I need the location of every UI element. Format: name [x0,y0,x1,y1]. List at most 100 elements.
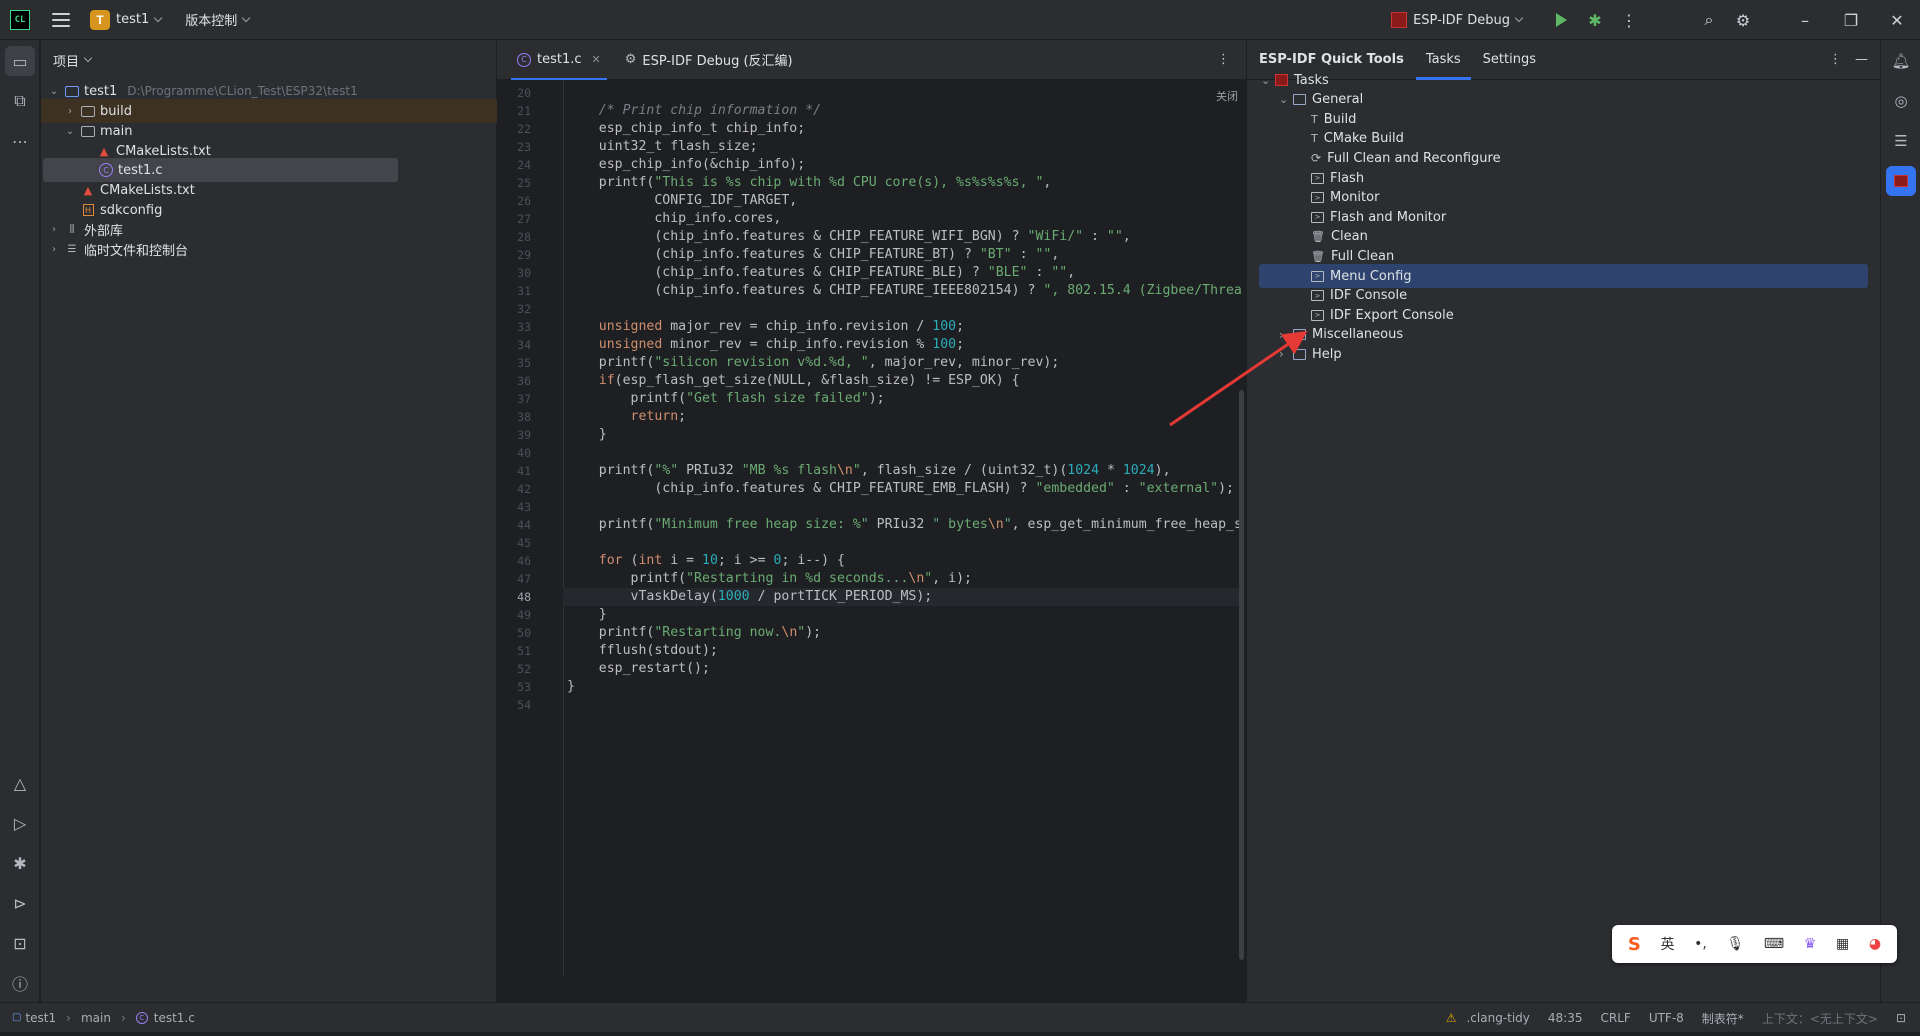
panel-options-icon[interactable]: ⋮ [1829,52,1842,67]
chevron-right-icon[interactable]: › [1279,347,1293,361]
esp-idf-tool-button[interactable] [1886,166,1916,196]
lock-icon[interactable]: ⊡ [1896,1011,1906,1025]
warning-icon[interactable]: ⚠ [1446,1011,1457,1025]
close-window-button[interactable]: ✕ [1874,3,1920,37]
code-line[interactable]: uint32_t flash_size; [567,138,758,156]
sogou-logo-icon[interactable]: S [1628,934,1641,955]
services-tool-button[interactable]: ⊳ [5,888,35,918]
close-label[interactable]: 关闭 [1216,88,1238,104]
run-button[interactable] [1544,3,1578,37]
tab-disassembly[interactable]: ⚙ ESP-IDF Debug (反汇编) [613,40,805,80]
code-editor[interactable]: 关闭 20 21 /* Print chip information */ 22 e… [497,80,1246,1018]
chevron-right-icon[interactable]: › [65,106,75,117]
run-config-selector[interactable]: ESP-IDF Debug [1413,13,1510,28]
breadcrumb-file[interactable]: test1.c [154,1011,195,1025]
cmake-tool-button[interactable]: △ [5,768,35,798]
code-line[interactable]: fflush(stdout); [567,642,718,660]
code-line[interactable]: unsigned major_rev = chip_info.revision … [567,318,964,336]
main-menu-icon[interactable] [52,12,70,27]
code-line[interactable]: if(esp_flash_get_size(NULL, &flash_size)… [567,372,1020,390]
ai-assistant-button[interactable]: ◎ [1886,86,1916,116]
code-line[interactable]: } [567,606,607,624]
run-tool-button[interactable]: ▷ [5,808,35,838]
project-badge[interactable]: T [90,9,110,30]
database-button[interactable]: ☰ [1886,126,1916,156]
toolbox-grid-icon[interactable]: ▦ [1836,936,1849,952]
code-line[interactable]: } [567,426,607,444]
code-line[interactable]: } [567,678,575,696]
project-panel-header[interactable]: 项目 [41,40,496,80]
code-line[interactable]: printf("silicon revision v%d.%d, ", majo… [567,354,1060,372]
code-line[interactable]: chip_info.cores, [567,210,781,228]
code-line[interactable]: unsigned minor_rev = chip_info.revision … [567,336,964,354]
code-line[interactable]: esp_chip_info(&chip_info); [567,156,805,174]
code-line[interactable]: esp_restart(); [567,660,710,678]
code-line[interactable]: return; [567,408,687,426]
code-line[interactable]: (chip_info.features & CHIP_FEATURE_BLE) … [567,264,1075,282]
microphone-icon[interactable]: 🎙︎ [1726,936,1744,952]
debug-button[interactable]: ✱ [1578,3,1612,37]
terminal-tool-button[interactable]: ⊡ [5,928,35,958]
chevron-down-icon[interactable]: ⌄ [49,86,59,97]
chevron-down-icon[interactable] [242,13,251,22]
chevron-right-icon[interactable]: › [1279,328,1293,342]
code-line[interactable]: esp_chip_info_t chip_info; [567,120,805,138]
chevron-right-icon[interactable]: › [49,244,59,255]
tree-item[interactable]: › ☰ 临时文件和控制台 [41,237,497,261]
minimize-button[interactable]: – [1782,3,1828,37]
more-actions-button[interactable]: ⋮ [1612,3,1646,37]
chevron-right-icon[interactable]: › [49,224,59,235]
skin-icon[interactable]: ♛ [1804,936,1817,952]
problems-tool-button[interactable]: ⓘ [5,968,35,998]
clion-logo-icon[interactable]: CL [10,9,30,30]
tab-tasks[interactable]: Tasks [1415,40,1471,80]
restore-button[interactable]: ❐ [1828,3,1874,37]
hide-panel-icon[interactable]: — [1855,52,1868,67]
code-line[interactable]: /* Print chip information */ [567,102,821,120]
mascot-icon[interactable]: ◕ [1869,936,1881,952]
project-name[interactable]: test1 [116,12,149,27]
vcs-menu[interactable]: 版本控制 [185,10,237,29]
file-encoding[interactable]: UTF-8 [1649,1011,1684,1025]
chevron-down-icon[interactable] [1514,13,1524,23]
breadcrumb-project[interactable]: test1 [25,1011,56,1025]
code-line[interactable]: printf("Restarting now.\n"); [567,624,821,642]
context-selector[interactable]: 上下文：<无上下文> [1762,1010,1878,1027]
breadcrumb-folder[interactable]: main [81,1011,111,1025]
chevron-down-icon[interactable] [83,53,93,63]
code-line[interactable]: printf("Restarting in %d seconds...\n", … [567,570,972,588]
settings-button[interactable]: ⚙ [1726,3,1760,37]
code-line[interactable]: for (int i = 10; i >= 0; i--) { [567,552,845,570]
vertical-scrollbar[interactable] [1239,390,1244,960]
ime-language-toggle[interactable]: 英 [1660,934,1674,954]
code-line[interactable]: (chip_info.features & CHIP_FEATURE_IEEE8… [567,282,1242,300]
code-line[interactable]: CONFIG_IDF_TARGET, [567,192,797,210]
tab-test1-c[interactable]: C test1.c ✕ [505,40,613,80]
structure-tool-button[interactable]: ⧉ [5,86,35,116]
line-separator[interactable]: CRLF [1601,1011,1631,1025]
cursor-position[interactable]: 48:35 [1548,1011,1583,1025]
notifications-button[interactable]: 🔔︎ [1886,46,1916,76]
tab-settings[interactable]: Settings [1483,40,1536,80]
punctuation-icon[interactable]: •, [1694,936,1707,952]
chevron-down-icon[interactable]: ⌄ [1261,74,1275,87]
project-panel-title[interactable]: 项目 [53,51,79,70]
keyboard-icon[interactable]: ⌨ [1764,936,1784,952]
clang-tidy-status[interactable]: .clang-tidy [1466,1011,1529,1025]
search-button[interactable]: ⌕ [1692,3,1726,37]
code-line[interactable]: printf("%" PRIu32 "MB %s flash\n", flash… [567,462,1171,480]
project-tool-button[interactable]: ▭ [5,46,35,76]
task-item[interactable]: › Help [1279,342,1342,366]
more-tools-button[interactable]: ⋯ [5,126,35,156]
chevron-down-icon[interactable]: ⌄ [65,126,75,137]
code-line[interactable]: (chip_info.features & CHIP_FEATURE_BT) ?… [567,246,1059,264]
code-line[interactable]: printf("Get flash size failed"); [567,390,885,408]
code-line[interactable]: vTaskDelay(1000 / portTICK_PERIOD_MS); [567,588,933,606]
code-line[interactable]: (chip_info.features & CHIP_FEATURE_WIFI_… [567,228,1130,246]
code-line[interactable]: (chip_info.features & CHIP_FEATURE_EMB_F… [567,480,1234,498]
indent-setting[interactable]: 制表符* [1702,1010,1744,1027]
code-line[interactable]: printf("Minimum free heap size: %" PRIu3… [567,516,1242,534]
debug-tool-button[interactable]: ✱ [5,848,35,878]
chevron-down-icon[interactable]: ⌄ [1279,93,1293,106]
close-tab-icon[interactable]: ✕ [592,53,601,66]
